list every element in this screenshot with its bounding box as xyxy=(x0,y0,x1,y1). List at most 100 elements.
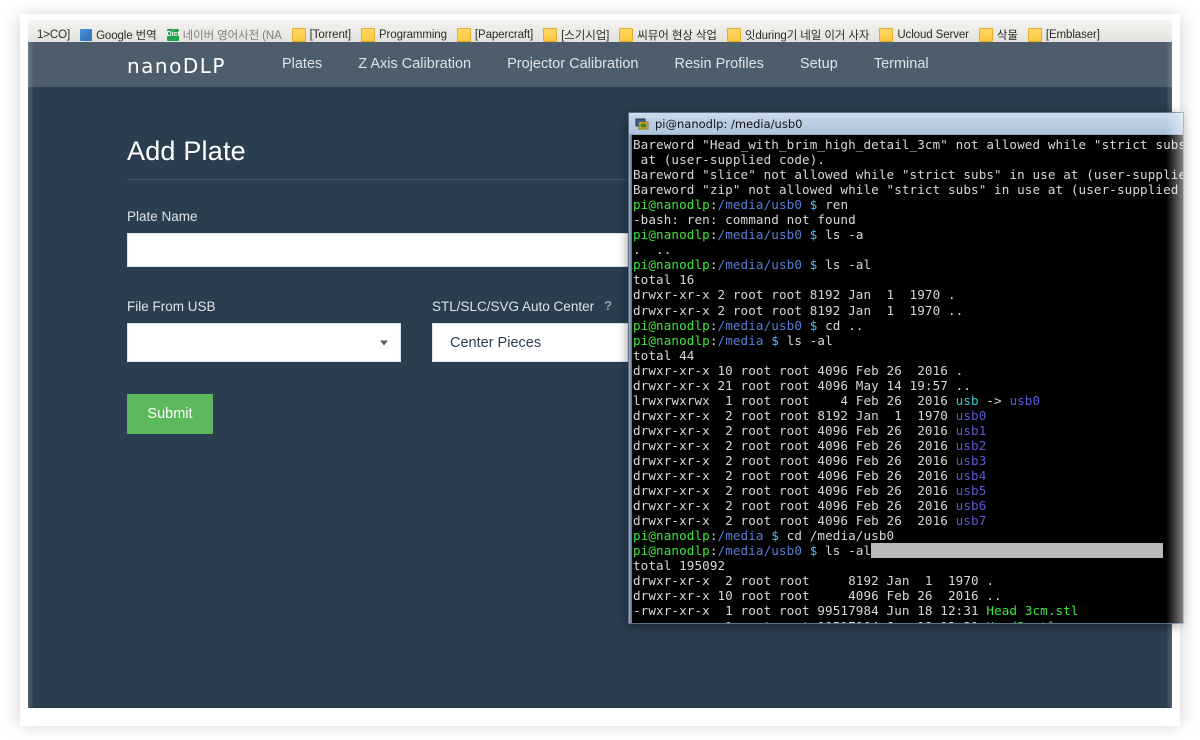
terminal-line: Bareword "slice" not allowed while "stri… xyxy=(633,167,1183,182)
terminal-text: usb0 xyxy=(1009,392,1041,408)
terminal-text: /media xyxy=(717,528,764,544)
terminal-text: drwxr-xr-x 2 root root 4096 Feb 26 2016 xyxy=(633,513,956,529)
bookmarks-bar[interactable]: 1>CO] Google 번역 Dict 네이버 영어사전 (NA [Torrent] P… xyxy=(28,20,1172,43)
nav-item-terminal[interactable]: Terminal xyxy=(856,42,947,87)
terminal-text: drwxr-xr-x 2 root root 4096 Feb 26 2016 xyxy=(633,452,956,468)
help-icon[interactable]: ? xyxy=(604,298,612,313)
file-from-usb-group: File From USB xyxy=(127,299,431,362)
terminal-text: total 16 xyxy=(633,272,695,288)
bookmark-item[interactable]: 삭물 xyxy=(974,25,1023,42)
terminal-lines: Bareword "Head_with_brim_high_detail_3cm… xyxy=(633,137,1183,623)
terminal-text: Head 3cm.stl xyxy=(986,603,1079,619)
terminal-text: pi@nanodlp xyxy=(633,332,710,348)
terminal-text: drwxr-xr-x 2 root root 8192 Jan 1 1970 . xyxy=(633,287,956,303)
bookmark-label: [Papercraft] xyxy=(474,29,534,41)
terminal-titlebar[interactable]: pi@nanodlp: /media/usb0 xyxy=(629,113,1183,135)
terminal-text: /media/usb0 xyxy=(717,197,803,213)
terminal-text: pi@nanodlp xyxy=(633,227,710,243)
terminal-text: $ xyxy=(763,528,779,544)
terminal-line: drwxr-xr-x 2 root root 8192 Jan 1 1970 .… xyxy=(633,303,1183,318)
terminal-text: usb7 xyxy=(955,513,987,529)
terminal-text: usb4 xyxy=(955,468,987,484)
terminal-text: Head3.stl xyxy=(986,619,1055,624)
bookmark-item[interactable]: 1>CO] xyxy=(28,25,75,42)
terminal-output[interactable]: Bareword "Head_with_brim_high_detail_3cm… xyxy=(629,135,1183,623)
bookmark-item[interactable]: [스기시업] xyxy=(538,25,614,42)
bookmark-label: Google 번역 xyxy=(96,30,157,42)
terminal-text: -rwxr-xr-x 1 root root 99517984 Jun 18 1… xyxy=(633,619,986,624)
chevron-down-icon xyxy=(380,340,388,345)
nav-menu: Plates Z Axis Calibration Projector Calibr… xyxy=(264,42,947,87)
file-from-usb-label: File From USB xyxy=(127,299,216,314)
bookmark-item[interactable]: [Torrent] xyxy=(287,25,356,42)
terminal-text: -bash: ren: command not found xyxy=(633,212,856,228)
terminal-line: drwxr-xr-x 2 root root 8192 Jan 1 1970 . xyxy=(633,573,1183,588)
terminal-text: pi@nanodlp xyxy=(633,197,710,213)
terminal-line: drwxr-xr-x 2 root root 4096 Feb 26 2016 … xyxy=(633,453,1183,468)
terminal-text: /media/usb0 xyxy=(717,257,803,273)
terminal-text: usb3 xyxy=(955,452,987,468)
terminal-text: drwxr-xr-x 2 root root 8192 Jan 1 1970 . xyxy=(633,573,995,589)
terminal-text: Bareword "zip" not allowed while "strict… xyxy=(633,182,1183,198)
nav-item-resin-profiles[interactable]: Resin Profiles xyxy=(656,42,781,87)
terminal-text: -rwxr-xr-x 1 root root 99517984 Jun 18 1… xyxy=(633,603,987,619)
terminal-text: : xyxy=(709,197,718,213)
terminal-line: drwxr-xr-x 2 root root 4096 Feb 26 2016 … xyxy=(633,498,1183,513)
terminal-line: pi@nanodlp:/media/usb0 $ ls -al xyxy=(633,543,1183,559)
bookmark-label: Programming xyxy=(378,29,447,41)
folder-icon xyxy=(543,28,558,42)
terminal-text: drwxr-xr-x 2 root root 4096 Feb 26 2016 xyxy=(633,437,956,453)
terminal-text: : xyxy=(709,257,718,273)
terminal-text: pi@nanodlp xyxy=(633,317,710,333)
terminal-line: drwxr-xr-x 2 root root 4096 Feb 26 2016 … xyxy=(633,423,1183,438)
terminal-text: : xyxy=(709,317,718,333)
terminal-line: Bareword "Head_with_brim_high_detail_3cm… xyxy=(633,137,1183,152)
bookmark-item[interactable]: 씨뮤어 현상 삭업 xyxy=(614,25,722,42)
terminal-text: Bareword "slice" not allowed while "stri… xyxy=(633,167,1183,183)
nanodlp-logo[interactable]: nanoDLP xyxy=(127,54,226,78)
terminal-text: drwxr-xr-x 10 root root 4096 Feb 26 2016… xyxy=(633,588,1002,604)
terminal-line: drwxr-xr-x 2 root root 8192 Jan 1 1970 . xyxy=(633,287,1183,302)
plate-name-input[interactable] xyxy=(127,233,655,267)
terminal-text: $ xyxy=(802,543,818,559)
bookmark-item[interactable]: Programming xyxy=(356,25,452,42)
terminal-text: /media xyxy=(717,332,764,348)
nav-item-projector-calibration[interactable]: Projector Calibration xyxy=(489,42,656,87)
terminal-text: cd .. xyxy=(817,317,864,333)
terminal-left-border xyxy=(629,135,632,623)
terminal-line: pi@nanodlp:/media $ cd /media/usb0 xyxy=(633,528,1183,543)
terminal-text: pi@nanodlp xyxy=(633,543,710,559)
terminal-text: ls -a xyxy=(817,227,864,243)
bookmark-item[interactable]: 잇during기 네일 이거 사자 xyxy=(722,25,875,42)
terminal-line: -rwxr-xr-x 1 root root 99517984 Jun 18 1… xyxy=(633,619,1183,624)
folder-icon xyxy=(291,28,306,42)
bookmark-item[interactable]: Dict 네이버 영어사전 (NA xyxy=(162,25,287,42)
terminal-line: -bash: ren: command not found xyxy=(633,212,1183,227)
file-from-usb-select[interactable] xyxy=(127,323,401,362)
terminal-line: total 44 xyxy=(633,348,1183,363)
bookmark-label: 1>CO] xyxy=(37,29,71,41)
nav-item-plates[interactable]: Plates xyxy=(264,42,340,87)
bookmark-item[interactable]: [Emblaser] xyxy=(1023,25,1105,42)
terminal-text: $ xyxy=(802,317,818,333)
terminal-text: drwxr-xr-x 2 root root 8192 Jan 1 1970 xyxy=(633,407,956,423)
terminal-text: lrwxrwxrwx 1 root root 4 Feb 26 2016 xyxy=(633,392,956,408)
terminal-text: total 195092 xyxy=(633,558,726,574)
bookmark-item[interactable]: [Papercraft] xyxy=(452,25,538,42)
terminal-line: total 195092 xyxy=(633,558,1183,573)
auto-center-value: Center Pieces xyxy=(450,334,542,351)
terminal-line: pi@nanodlp:/media/usb0 $ ren xyxy=(633,197,1183,212)
bookmark-label: [Torrent] xyxy=(309,29,351,41)
terminal-title-text: pi@nanodlp: /media/usb0 xyxy=(655,116,803,131)
bookmark-item[interactable]: Google 번역 xyxy=(75,25,162,42)
terminal-line: total 16 xyxy=(633,272,1183,287)
bookmark-label: 삭물 xyxy=(996,30,1018,42)
terminal-text: : xyxy=(709,227,718,243)
terminal-text: ls -al xyxy=(817,543,872,559)
terminal-line: drwxr-xr-x 2 root root 4096 Feb 26 2016 … xyxy=(633,438,1183,453)
submit-button[interactable]: Submit xyxy=(127,394,213,434)
nav-item-z-axis-calibration[interactable]: Z Axis Calibration xyxy=(340,42,489,87)
terminal-window[interactable]: pi@nanodlp: /media/usb0 Bareword "Head_w… xyxy=(628,112,1184,624)
nav-item-setup[interactable]: Setup xyxy=(782,42,856,87)
bookmark-item[interactable]: Ucloud Server xyxy=(874,25,974,42)
